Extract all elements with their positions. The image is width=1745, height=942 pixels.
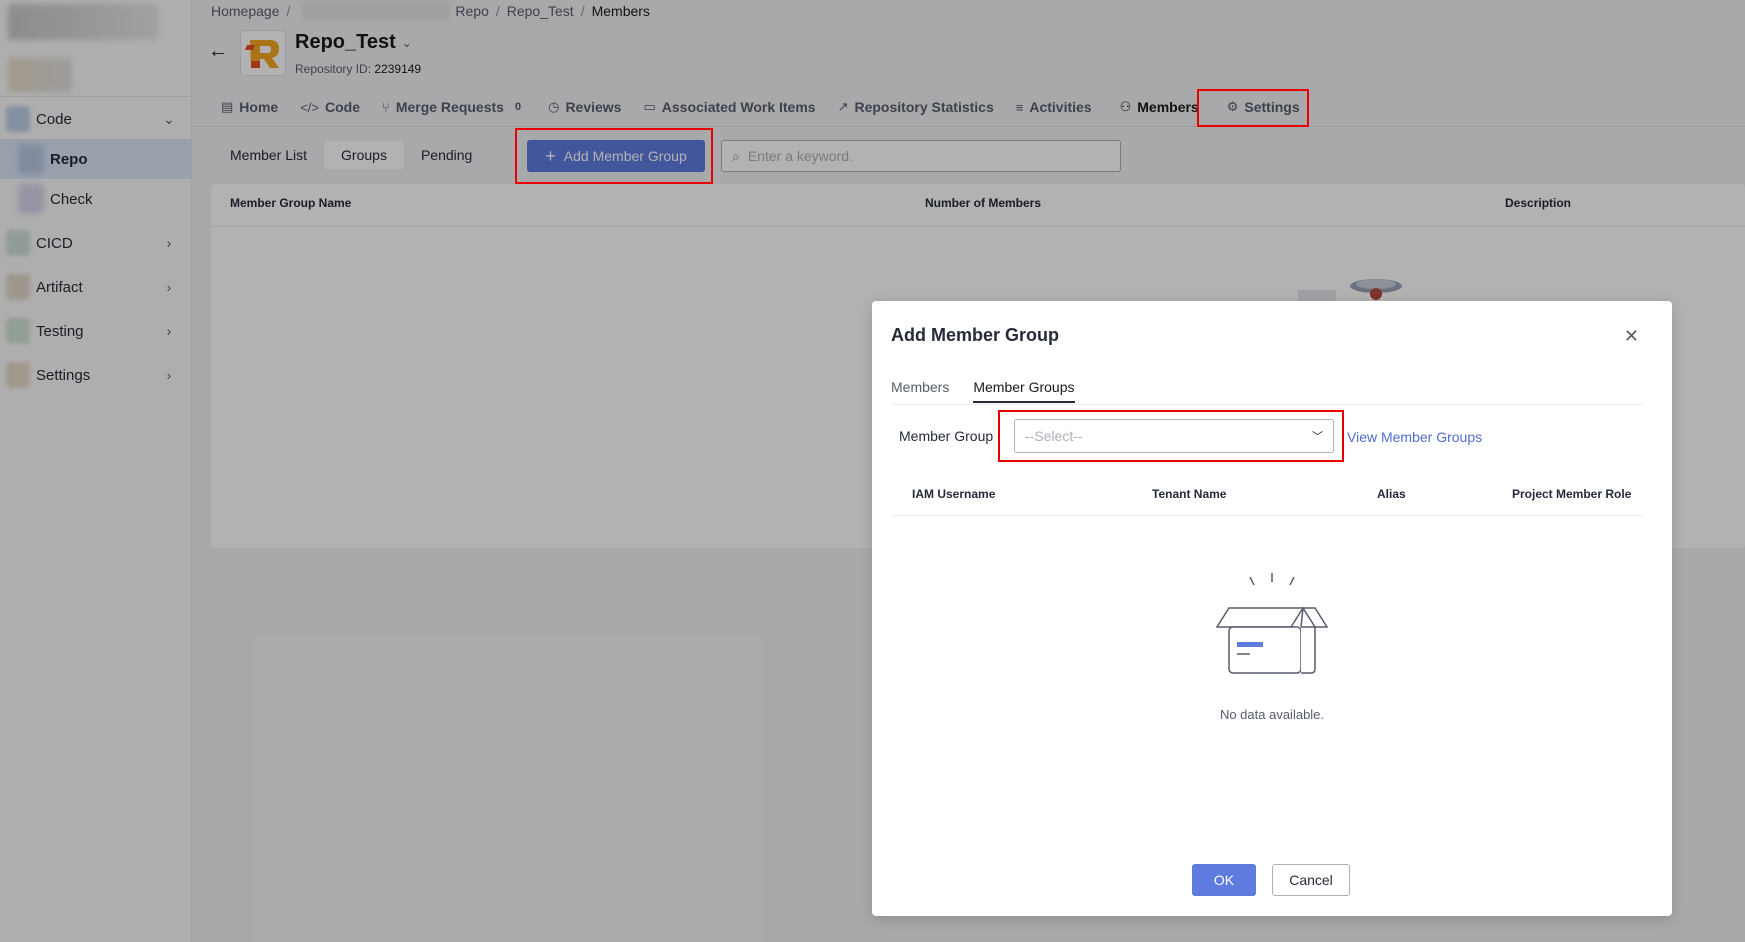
column-header: Tenant Name <box>1152 487 1227 501</box>
column-header: Alias <box>1377 487 1406 501</box>
empty-state-text: No data available. <box>1219 707 1325 722</box>
column-header: Project Member Role <box>1512 487 1632 501</box>
tab-member-groups[interactable]: Member Groups <box>973 379 1075 403</box>
empty-box-icon <box>1215 573 1329 674</box>
member-group-label: Member Group <box>899 428 994 444</box>
close-icon[interactable]: ✕ <box>1624 327 1639 345</box>
dialog-title: Add Member Group <box>891 325 1060 345</box>
chevron-down-icon: ﹀ <box>1312 431 1323 443</box>
view-member-groups-link[interactable]: View Member Groups <box>1347 429 1482 445</box>
tab-members[interactable]: Members <box>891 379 949 403</box>
column-header: IAM Username <box>912 487 996 501</box>
select-placeholder: --Select-- <box>1025 428 1083 444</box>
add-member-group-dialog: Add Member Group ✕ Members Member Groups… <box>872 301 1672 916</box>
ok-button[interactable]: OK <box>1192 864 1256 896</box>
cancel-button[interactable]: Cancel <box>1272 864 1350 896</box>
member-group-select[interactable]: --Select-- ﹀ <box>1014 419 1334 453</box>
dialog-tabs: Members Member Groups <box>891 379 1075 403</box>
dialog-table-divider <box>891 515 1643 516</box>
dialog-tabs-divider <box>891 404 1643 405</box>
